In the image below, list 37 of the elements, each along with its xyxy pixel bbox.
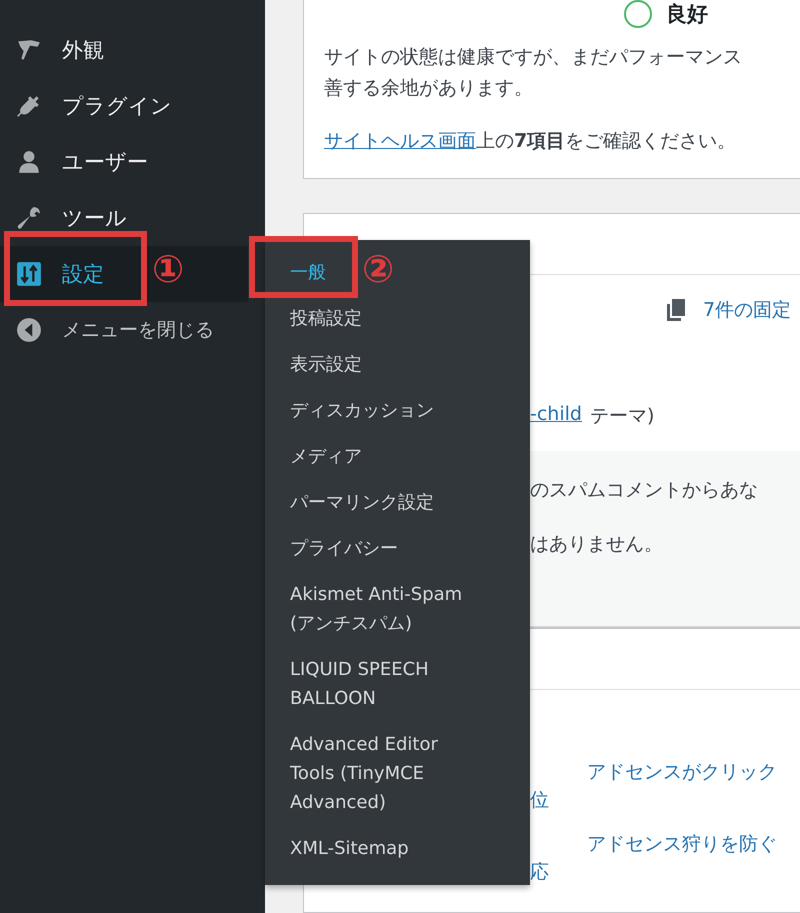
spam-note: のスパムコメントからあな bbox=[530, 478, 759, 503]
submenu-item[interactable]: メディア bbox=[265, 438, 372, 484]
step-number: ② bbox=[362, 250, 394, 288]
submenu-item[interactable]: LIQUID SPEECH BALLOON bbox=[265, 651, 439, 726]
step-number: ① bbox=[152, 250, 184, 288]
submenu-item[interactable]: 一般 bbox=[265, 254, 336, 300]
sidebar-item[interactable]: ユーザー bbox=[0, 134, 265, 190]
submenu-item[interactable]: パーマリンク設定 bbox=[265, 484, 444, 530]
sidebar-item[interactable]: 外観 bbox=[0, 22, 265, 78]
submenu-item[interactable]: 投稿設定 bbox=[265, 300, 372, 346]
sidebar-item[interactable]: ツール bbox=[0, 190, 265, 246]
news-link[interactable]: 応 bbox=[530, 858, 549, 886]
theme-link[interactable]: -child bbox=[530, 402, 582, 429]
submenu-item[interactable]: XML-Sitemap bbox=[265, 830, 419, 876]
pages-icon bbox=[667, 298, 687, 322]
submenu-item[interactable]: ディスカッション bbox=[265, 392, 444, 438]
status-ring-icon bbox=[624, 0, 652, 28]
wrench-icon bbox=[16, 205, 42, 231]
site-health-link[interactable]: サイトヘルス画面 bbox=[324, 130, 476, 152]
news-link[interactable]: アドセンス狩りを防ぐ bbox=[587, 830, 777, 858]
sidebar-item[interactable]: メニューを閉じる bbox=[0, 302, 265, 358]
health-hint: 上の7項目をご確認ください。 bbox=[476, 130, 736, 152]
news-link[interactable]: アドセンスがクリック bbox=[587, 758, 777, 786]
news-link[interactable]: 位 bbox=[530, 786, 549, 814]
spam-note: はありません。 bbox=[530, 532, 664, 557]
theme-label: テーマ) bbox=[590, 404, 654, 429]
sliders-icon bbox=[16, 261, 42, 287]
health-message: サイトの状態は健康ですが、まだパフォーマンス bbox=[324, 45, 743, 70]
sidebar-item[interactable]: プラグイン bbox=[0, 78, 265, 134]
health-message: 善する余地があります。 bbox=[324, 76, 534, 101]
submenu-item[interactable]: Advanced Editor Tools (TinyMCE Advanced) bbox=[265, 726, 448, 830]
submenu-item[interactable]: プライバシー bbox=[265, 530, 408, 576]
collapse-icon bbox=[16, 317, 42, 343]
status-label: 良好 bbox=[666, 1, 708, 28]
submenu-item[interactable]: 表示設定 bbox=[265, 346, 372, 392]
submenu-item[interactable]: Akismet Anti-Spam (アンチスパム) bbox=[265, 576, 472, 651]
pages-link[interactable]: 7件の固定 bbox=[703, 296, 792, 323]
